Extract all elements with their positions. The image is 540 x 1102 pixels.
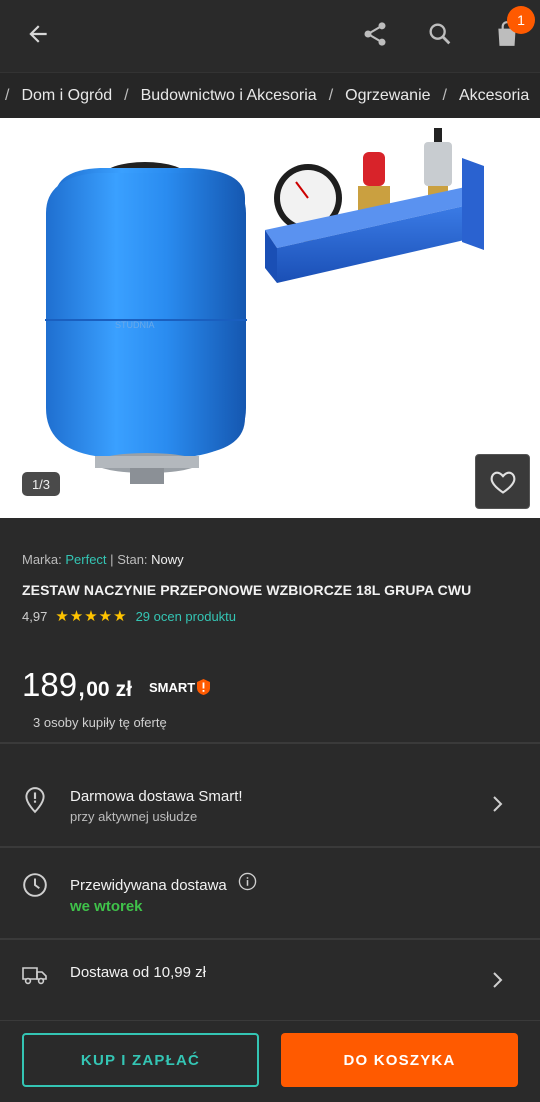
back-button[interactable] (18, 14, 58, 54)
chevron-right-icon (493, 796, 503, 812)
breadcrumb-item-ogrzewanie[interactable]: Ogrzewanie (345, 87, 430, 105)
truck-icon (22, 967, 47, 985)
rating-stars: ★★★★★ (55, 608, 128, 625)
arrow-left-icon (29, 25, 47, 43)
rating-count-link[interactable]: 29 ocen produktu (136, 609, 236, 624)
expected-delivery-title: Przewidywana dostawa (70, 877, 227, 894)
price-decimal: 00 (86, 678, 110, 701)
share-icon (364, 22, 386, 46)
breadcrumb-item-dom-i-ogrod[interactable]: Dom i Ogród (21, 87, 112, 105)
heart-icon (490, 471, 515, 494)
price: 189, 00 zł (22, 666, 132, 704)
clock-icon (23, 873, 47, 897)
bottom-action-bar: KUP I ZAPŁAĆ DO KOSZYKA (0, 1020, 540, 1102)
brand-link[interactable]: Perfect (65, 552, 106, 567)
breadcrumb-separator: / (442, 86, 447, 104)
rating-score: 4,97 (22, 608, 48, 624)
price-currency: zł (115, 678, 132, 701)
condition-value: Nowy (151, 552, 184, 567)
condition-label: Stan: (117, 552, 148, 567)
search-button[interactable] (420, 14, 460, 54)
smart-delivery-title: Darmowa dostawa Smart! (70, 788, 243, 805)
delivery-cost-title: Dostawa od 10,99 zł (70, 964, 206, 981)
product-image-gallery[interactable]: STUDNIA (0, 118, 540, 518)
buyers-count: 3 osoby kupiły tę ofertę (33, 715, 167, 730)
meta-separator: | (110, 552, 114, 567)
tank-brand-text: STUDNIA (115, 320, 155, 330)
image-counter: 1/3 (22, 472, 60, 496)
favorite-button[interactable] (475, 454, 530, 509)
breadcrumb-separator: / (328, 86, 334, 104)
smart-delivery-subtitle: przy aktywnej usłudze (70, 809, 198, 824)
info-icon[interactable] (238, 872, 257, 891)
smart-label: SMART (149, 679, 196, 695)
smart-exclamation-icon (197, 679, 211, 695)
chevron-right-icon (493, 972, 503, 988)
smart-badge: SMART (149, 679, 211, 695)
product-rating: 4,97 ★★★★★ 29 ocen produktu (22, 607, 236, 625)
buy-now-button[interactable]: KUP I ZAPŁAĆ (22, 1033, 259, 1087)
location-pin-icon (25, 787, 45, 814)
price-integer: 189, (22, 666, 87, 703)
delivery-cost-row[interactable]: Dostawa od 10,99 zł (0, 940, 540, 1020)
product-meta: Marka: Perfect | Stan: Nowy (22, 552, 522, 567)
add-to-cart-button[interactable]: DO KOSZYKA (281, 1033, 518, 1087)
breadcrumb-item-budownictwo[interactable]: Budownictwo i Akcesoria (141, 87, 317, 105)
search-icon (429, 23, 451, 45)
breadcrumb: / Dom i Ogród / Budownictwo i Akcesoria … (0, 72, 540, 118)
breadcrumb-separator: / (5, 86, 10, 104)
smart-delivery-row[interactable]: Darmowa dostawa Smart! przy aktywnej usł… (0, 744, 540, 846)
expected-delivery-row: Przewidywana dostawa we wtorek (0, 848, 540, 938)
breadcrumb-separator: / (124, 86, 129, 104)
cart-count-badge: 1 (507, 6, 535, 34)
product-title: ZESTAW NACZYNIE PRZEPONOWE WZBIORCZE 18L… (22, 582, 472, 598)
brand-label: Marka: (22, 552, 62, 567)
expected-delivery-value: we wtorek (70, 898, 143, 915)
product-image: STUDNIA (45, 128, 484, 484)
share-button[interactable] (355, 14, 395, 54)
breadcrumb-item-akcesoria[interactable]: Akcesoria (459, 87, 529, 105)
top-app-bar: 1 (0, 0, 540, 72)
